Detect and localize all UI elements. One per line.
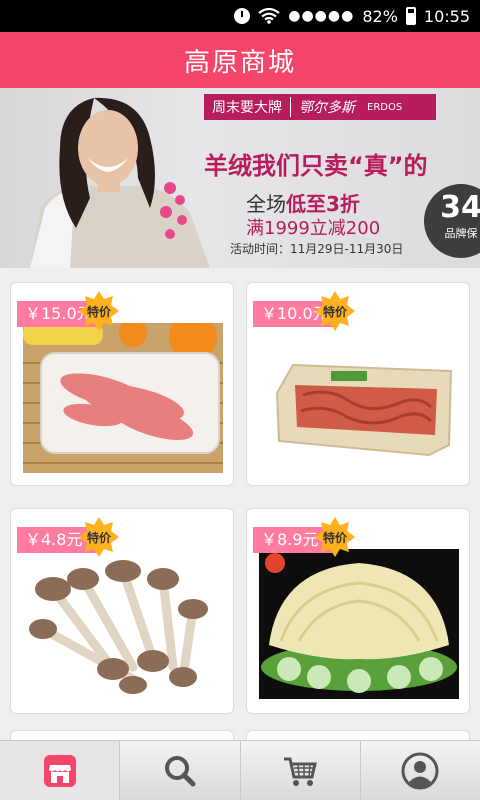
brand-count-label: 品牌保 [444, 227, 478, 240]
status-bar: ●●●●● 82% 10:55 [0, 0, 480, 32]
product-card[interactable]: ￥4.8元 特价 [10, 508, 234, 714]
badge-label: 特价 [322, 304, 347, 319]
product-card-partial[interactable] [246, 730, 470, 740]
product-card[interactable]: ￥10.0元 特价 [246, 282, 470, 486]
signal-strength: ●●●●● [288, 8, 355, 24]
product-card-partial[interactable] [10, 730, 234, 740]
tab-cart[interactable] [241, 741, 361, 800]
tab-store[interactable] [0, 741, 121, 800]
product-image [23, 549, 223, 699]
product-image [259, 549, 459, 699]
product-card[interactable]: ￥8.9元 特价 [246, 508, 470, 714]
brand-count-badge: 34 品牌保 [424, 184, 480, 258]
tab-search[interactable] [120, 741, 241, 800]
special-offer-badge: 特价 [315, 517, 355, 557]
storefront-icon [43, 754, 76, 787]
brand-en: ERDOS [367, 101, 403, 113]
sale-prefix: 全场 [246, 192, 286, 216]
product-grid: ￥15.0元 特价 ￥10.0元 特价 ￥4.8元 特价 ￥8.9元 特价 [0, 268, 480, 740]
banner-model-photo [30, 97, 210, 268]
special-offer-badge: 特价 [315, 291, 355, 331]
tab-profile[interactable] [361, 741, 480, 800]
shopping-cart-icon [284, 757, 318, 786]
event-dates: 活动时间：11月29日-11月30日 [230, 242, 404, 256]
sale-line-1: 全场低至3折 [246, 188, 360, 217]
alarm-clock-icon [234, 8, 251, 24]
badge-label: 特价 [322, 530, 347, 545]
brand-tag: 周末要大牌 [204, 97, 291, 117]
brand-count-number: 34 [440, 190, 480, 225]
product-card[interactable]: ￥15.0元 特价 [10, 282, 234, 486]
bottom-navigation [0, 740, 480, 800]
product-image [259, 323, 459, 473]
sale-line-2: 满1999立减200 [246, 218, 381, 239]
badge-label: 特价 [86, 304, 111, 319]
badge-label: 特价 [86, 530, 111, 545]
brand-strip: 周末要大牌 鄂尔多斯 ERDOS [204, 94, 436, 120]
special-offer-badge: 特价 [79, 517, 119, 557]
app-header: 高原商城 [0, 32, 480, 88]
brand-name: 鄂尔多斯 [299, 100, 355, 116]
promo-banner[interactable]: 周末要大牌 鄂尔多斯 ERDOS 羊绒我们只卖“真”的 全场低至3折 满1999… [0, 88, 480, 268]
clock-time: 10:55 [423, 6, 470, 26]
search-icon [164, 755, 196, 786]
special-offer-badge: 特价 [79, 291, 119, 331]
sale-highlight: 低至3折 [286, 192, 360, 216]
battery-percent: 82% [362, 6, 398, 26]
user-profile-icon [401, 752, 439, 789]
banner-headline: 羊绒我们只卖“真”的 [204, 152, 428, 180]
product-image [23, 323, 223, 473]
battery-icon [405, 7, 416, 25]
page-title: 高原商城 [183, 47, 296, 78]
wifi-icon [258, 8, 280, 24]
